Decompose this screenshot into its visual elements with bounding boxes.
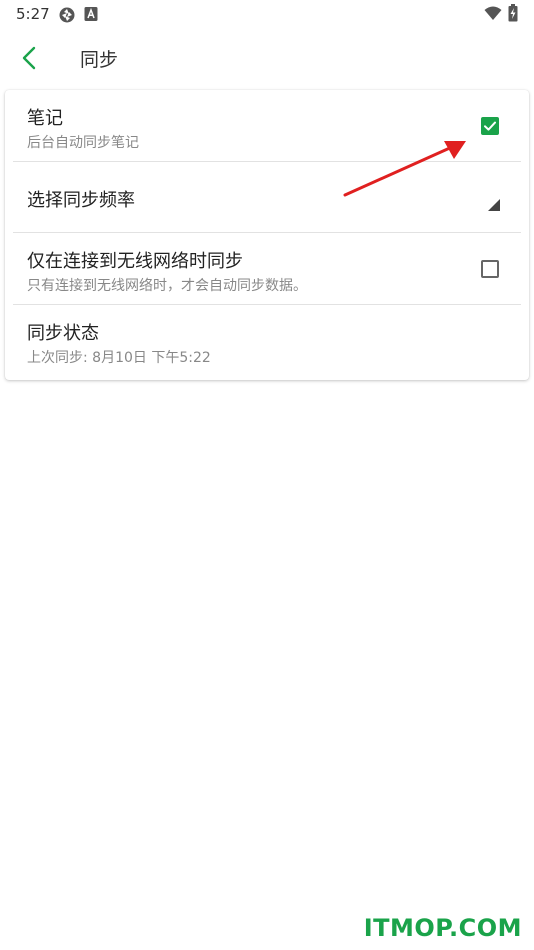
setting-frequency-title: 选择同步频率 xyxy=(27,190,135,211)
dropdown-triangle-icon[interactable] xyxy=(487,198,501,212)
status-time: 5:27 xyxy=(16,5,50,23)
chevron-left-icon xyxy=(22,46,36,70)
wifi-icon xyxy=(484,6,502,20)
watermark: ITMOP.COM xyxy=(363,914,522,942)
setting-notes-title: 笔记 xyxy=(27,108,63,129)
setting-wifi-title: 仅在连接到无线网络时同步 xyxy=(27,251,243,272)
setting-wifi-subtitle: 只有连接到无线网络时，才会自动同步数据。 xyxy=(27,278,307,294)
notes-sync-checkbox[interactable] xyxy=(481,117,499,135)
aperture-icon xyxy=(59,7,75,23)
setting-sync-status[interactable]: 同步状态 上次同步: 8月10日 下午5:22 xyxy=(5,305,529,377)
wifi-only-checkbox[interactable] xyxy=(481,260,499,278)
setting-status-subtitle: 上次同步: 8月10日 下午5:22 xyxy=(27,350,211,366)
setting-status-title: 同步状态 xyxy=(27,323,99,344)
setting-wifi-only[interactable]: 仅在连接到无线网络时同步 只有连接到无线网络时，才会自动同步数据。 xyxy=(5,233,529,303)
app-bar: 同步 xyxy=(0,28,534,86)
font-a-icon xyxy=(84,7,98,21)
checkmark-icon xyxy=(484,121,496,131)
battery-charging-icon xyxy=(508,4,518,22)
setting-sync-frequency[interactable]: 选择同步频率 xyxy=(5,162,529,232)
back-button[interactable] xyxy=(14,42,46,74)
status-bar: 5:27 xyxy=(0,0,534,28)
setting-notes-subtitle: 后台自动同步笔记 xyxy=(27,135,139,151)
sync-settings-card: 笔记 后台自动同步笔记 选择同步频率 仅在连接到无线网络时同步 只有连接到无线网… xyxy=(5,90,529,380)
page-title: 同步 xyxy=(80,49,119,71)
setting-notes-sync[interactable]: 笔记 后台自动同步笔记 xyxy=(5,90,529,160)
